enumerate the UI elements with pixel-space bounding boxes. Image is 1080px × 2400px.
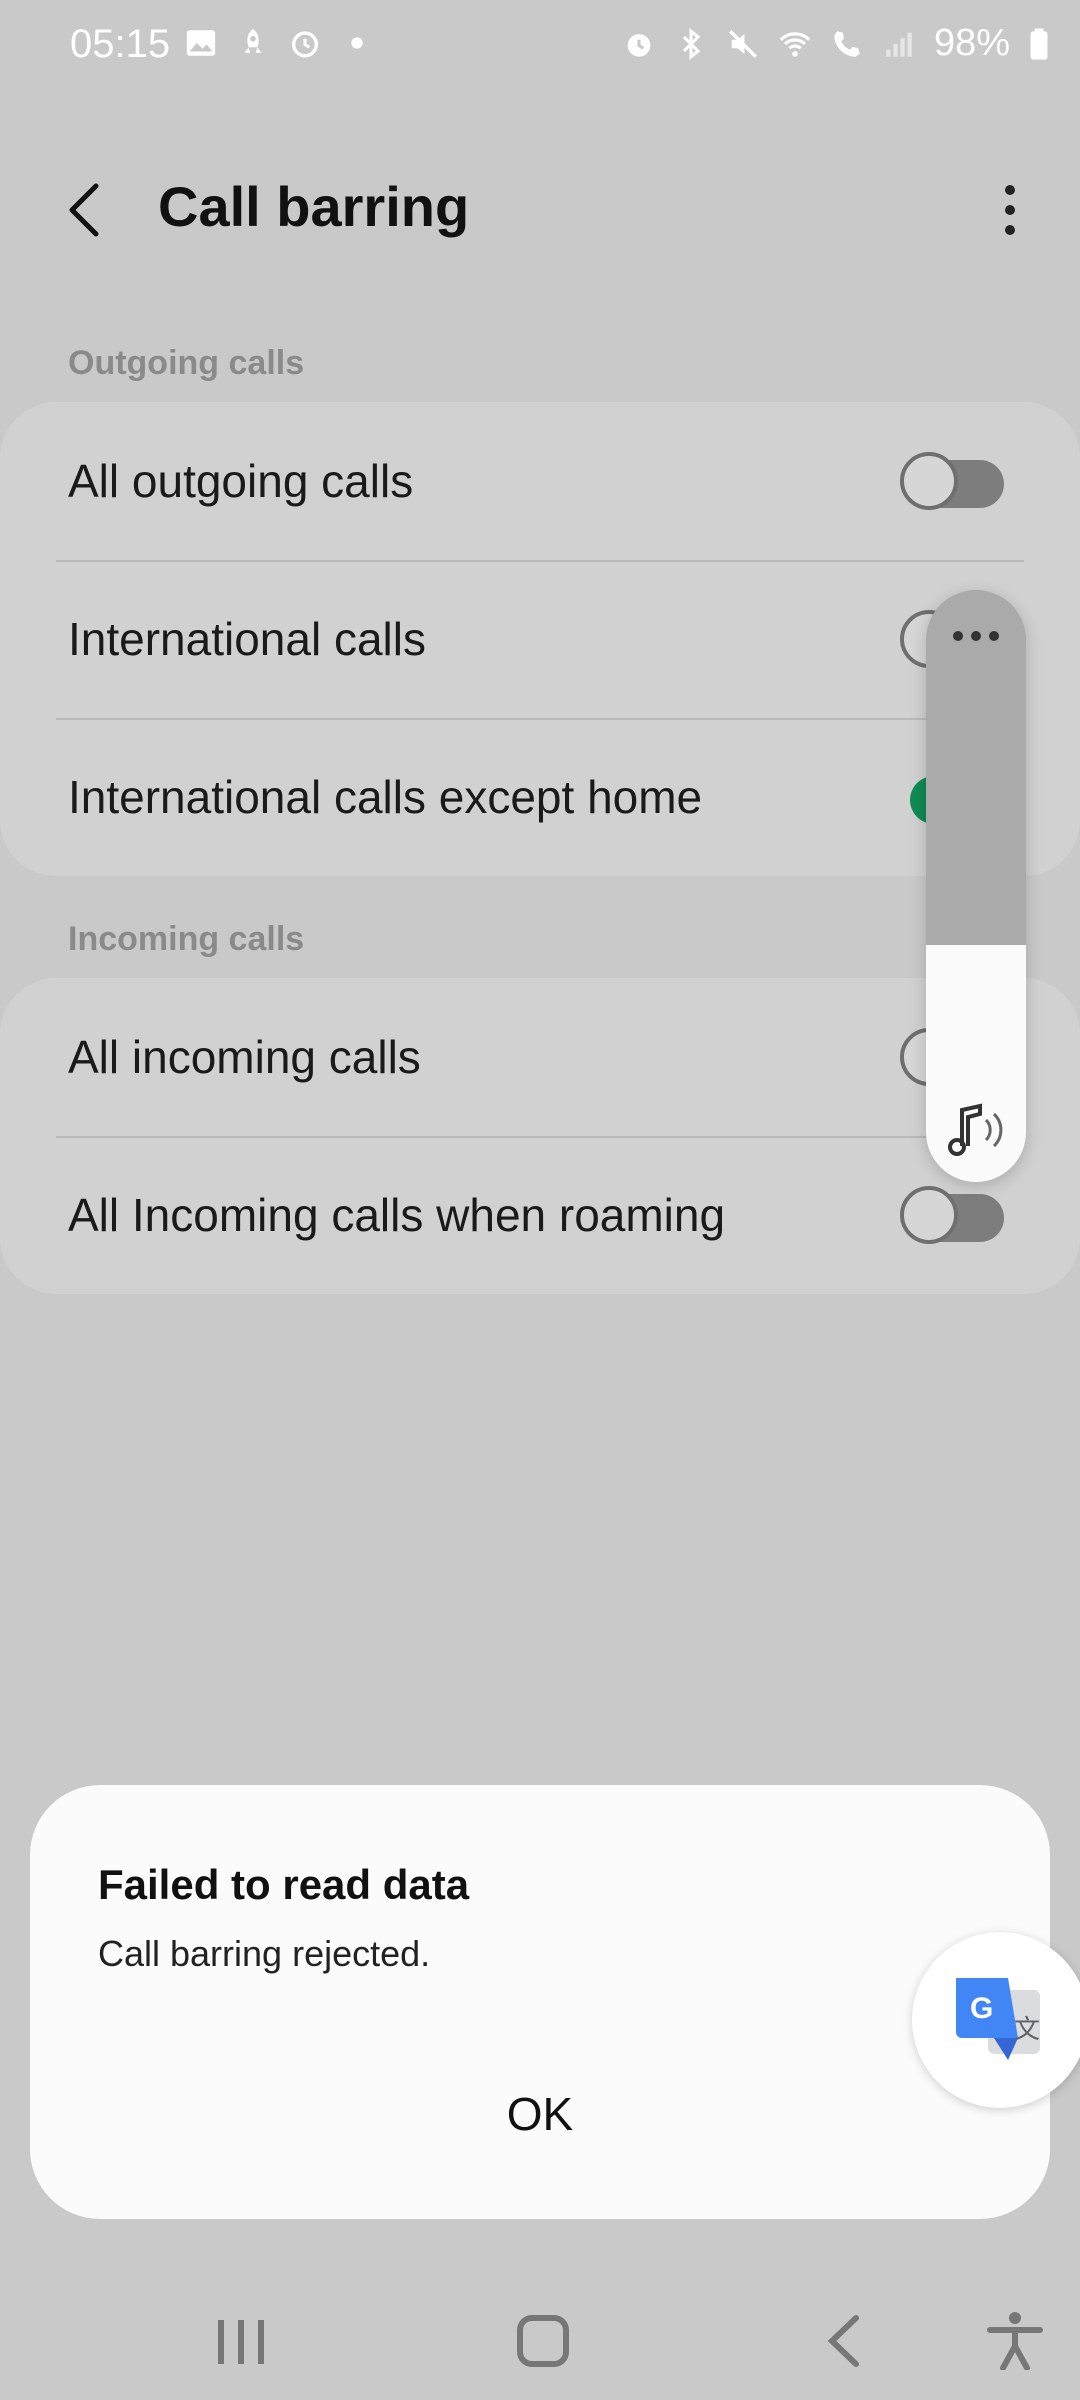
setting-row-international-except-home[interactable]: International calls except home (0, 718, 1080, 876)
setting-label: All incoming calls (68, 1031, 421, 1083)
battery-icon (1030, 27, 1048, 60)
dot-icon (351, 37, 363, 49)
svg-text:文: 文 (1014, 2015, 1040, 2045)
setting-row-international[interactable]: International calls (0, 560, 1080, 718)
dialog-message: Call barring rejected. (98, 1933, 431, 1974)
volume-panel[interactable] (926, 590, 1026, 1182)
home-icon[interactable] (508, 2310, 578, 2370)
mute-icon (728, 29, 757, 58)
navigation-bar (0, 2270, 1080, 2400)
incoming-calls-card: All incoming calls All Incoming calls wh… (0, 978, 1080, 1294)
back-arrow-icon[interactable] (56, 178, 120, 242)
wifi-icon (779, 31, 811, 57)
alarm-icon (627, 33, 651, 57)
section-header-outgoing: Outgoing calls (68, 344, 305, 382)
recent-apps-icon[interactable] (206, 2310, 276, 2370)
status-right-icons: 98% (622, 22, 1050, 65)
ok-button[interactable]: OK (30, 2063, 1050, 2163)
setting-row-incoming-roaming[interactable]: All Incoming calls when roaming (0, 1136, 1080, 1294)
setting-row-all-outgoing[interactable]: All outgoing calls (0, 402, 1080, 560)
more-options-icon[interactable] (980, 178, 1040, 242)
music-note-icon (948, 1103, 1003, 1156)
google-translate-icon: G 文 (956, 1978, 1040, 2060)
setting-label: International calls except home (68, 771, 703, 823)
accessibility-icon[interactable] (980, 2310, 1050, 2370)
outgoing-calls-card: All outgoing calls International calls I… (0, 402, 1080, 876)
incoming-roaming-toggle[interactable] (900, 1186, 1004, 1244)
status-bar: 05:15 98% (0, 0, 1080, 92)
page-title: Call barring (158, 175, 470, 238)
dialog-title: Failed to read data (98, 1861, 470, 1908)
setting-label: International calls (68, 613, 426, 665)
rocket-icon (244, 28, 262, 53)
setting-label: All Incoming calls when roaming (68, 1189, 726, 1241)
all-outgoing-toggle[interactable] (900, 452, 1004, 510)
svg-text:G: G (970, 1992, 993, 2025)
status-time: 05:15 (70, 22, 171, 66)
battery-percent: 98% (933, 22, 1010, 64)
section-header-incoming: Incoming calls (68, 920, 305, 958)
status-left-icons (184, 26, 374, 60)
alarm-icon (291, 31, 319, 58)
google-translate-bubble[interactable]: G 文 (912, 1932, 1080, 2108)
setting-row-all-incoming[interactable]: All incoming calls (0, 978, 1080, 1136)
setting-label: All outgoing calls (68, 455, 414, 507)
wifi-call-icon (834, 30, 860, 57)
back-icon[interactable] (812, 2310, 882, 2370)
more-dots-icon[interactable] (948, 624, 1004, 648)
error-dialog: Failed to read data Call barring rejecte… (30, 1785, 1050, 2219)
gallery-icon (186, 30, 216, 56)
app-bar: Call barring (0, 150, 1080, 270)
signal-icon (886, 32, 912, 57)
bluetooth-icon (682, 27, 701, 60)
